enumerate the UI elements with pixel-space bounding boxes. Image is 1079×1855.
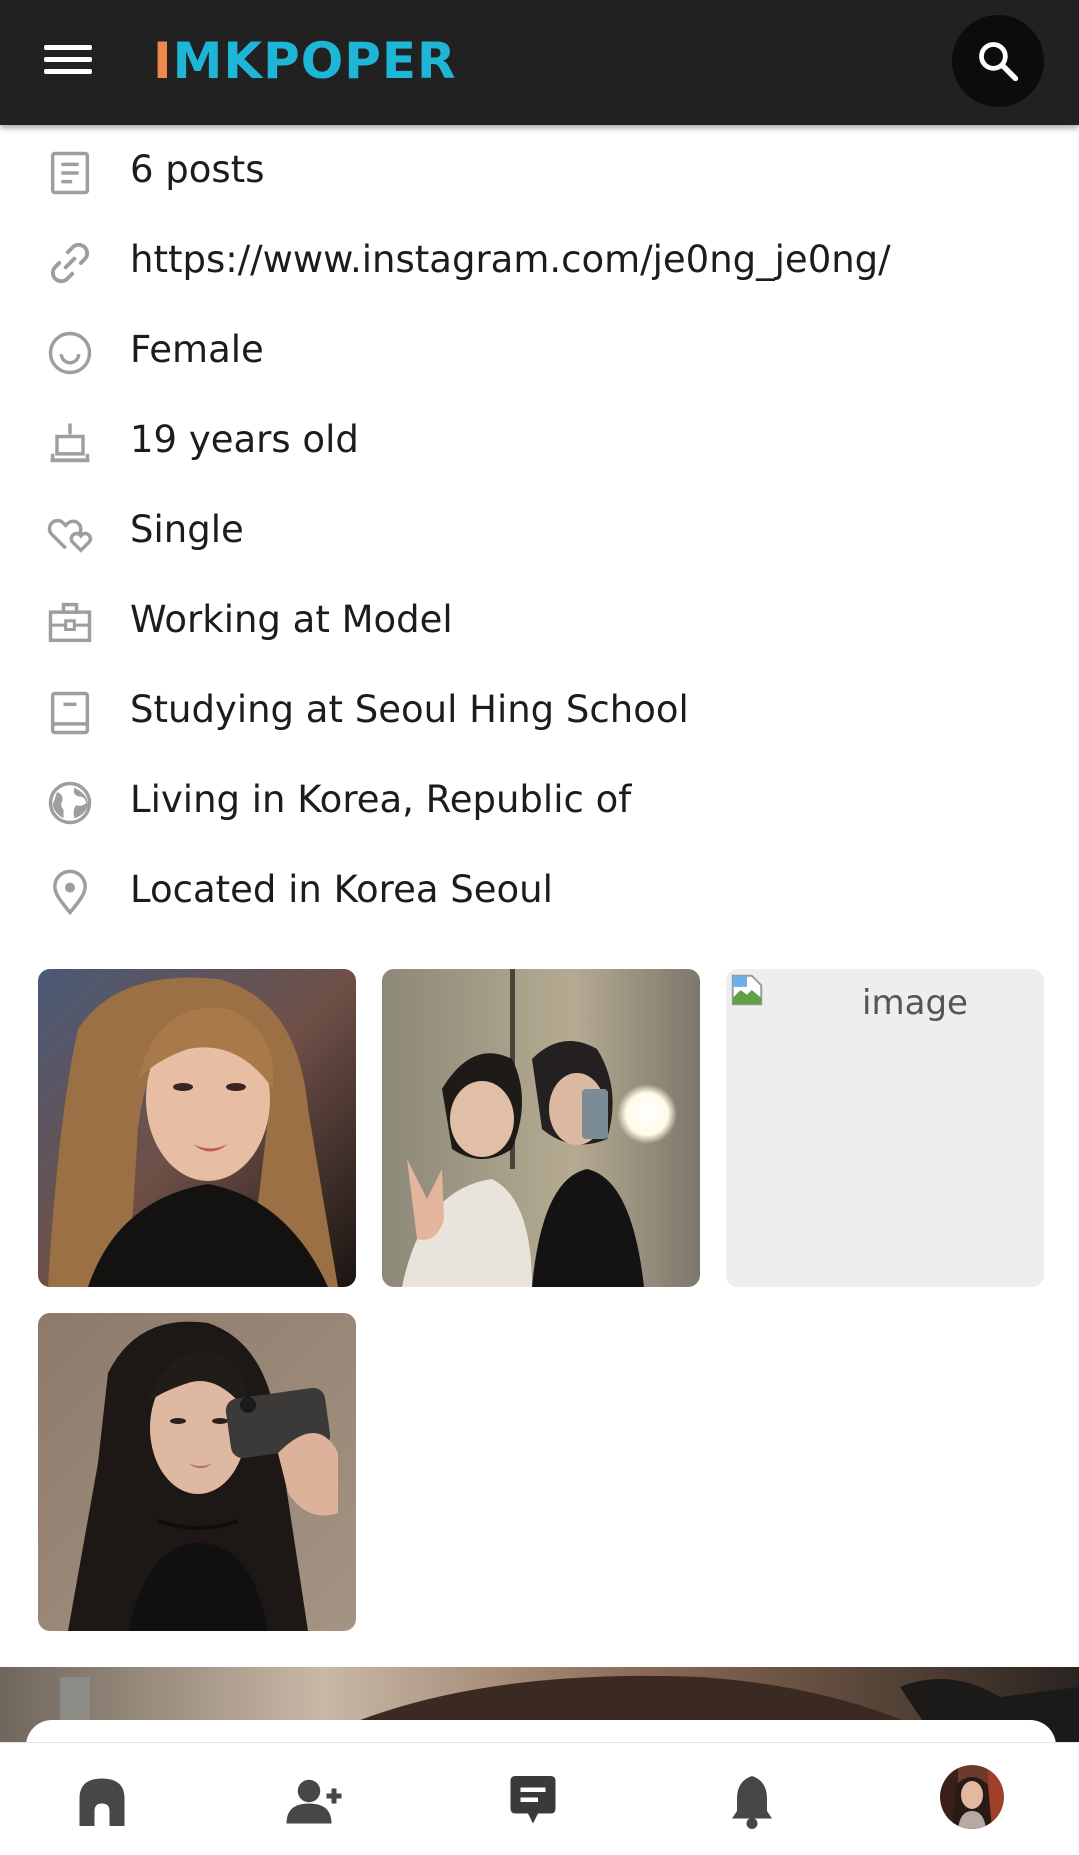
image-alt-text: image (862, 983, 968, 1023)
info-row-work: Working at Model (0, 575, 1079, 665)
info-row-relationship: Single (0, 485, 1079, 575)
bottom-navigation-bar (0, 1742, 1079, 1855)
photo-thumbnail[interactable] (38, 1313, 356, 1631)
photo-portrait-1 (38, 969, 356, 1287)
briefcase-icon (48, 602, 92, 643)
document-icon (50, 151, 90, 195)
link-icon (50, 242, 90, 284)
search-icon (979, 42, 1019, 82)
location-text: Located in Korea Seoul (130, 868, 553, 911)
photo-portrait-2 (38, 1313, 356, 1631)
work-text: Working at Model (130, 598, 453, 641)
gender-text: Female (130, 328, 264, 371)
info-row-website: https://www.instagram.com/je0ng_je0ng/ (0, 215, 1079, 305)
relationship-text: Single (130, 508, 244, 551)
education-text: Studying at Seoul Hing School (130, 688, 689, 731)
info-row-gender: Female (0, 305, 1079, 395)
smile-icon (48, 331, 92, 375)
hamburger-menu-icon[interactable] (40, 38, 96, 86)
website-link[interactable]: https://www.instagram.com/je0ng_je0ng/ (130, 215, 891, 305)
age-text: 19 years old (130, 418, 359, 461)
photo-mirror-selfie (382, 969, 700, 1287)
info-row-education: Studying at Seoul Hing School (0, 665, 1079, 755)
messages-icon[interactable] (503, 1771, 563, 1831)
photo-thumbnail[interactable] (38, 969, 356, 1287)
broken-image-tile[interactable]: image (726, 969, 1044, 1287)
posts-count: 6 posts (130, 148, 265, 191)
photo-thumbnail[interactable] (382, 969, 700, 1287)
site-logo[interactable]: IMKPOPER (153, 32, 457, 90)
search-button[interactable] (952, 15, 1044, 107)
hearts-icon (47, 518, 93, 553)
profile-avatar[interactable] (940, 1765, 1004, 1829)
logo-text: MKPOPER (172, 32, 457, 90)
info-row-age: 19 years old (0, 395, 1079, 485)
info-row-posts: 6 posts (0, 125, 1079, 215)
notifications-bell-icon[interactable] (722, 1771, 782, 1831)
living-text: Living in Korea, Republic of (130, 778, 632, 821)
birthday-cake-icon (50, 423, 90, 463)
add-friend-icon[interactable] (284, 1771, 344, 1831)
globe-icon (48, 781, 92, 825)
book-icon (50, 691, 90, 735)
info-row-living: Living in Korea, Republic of (0, 755, 1079, 845)
home-icon[interactable] (72, 1771, 132, 1831)
info-row-location: Located in Korea Seoul (0, 845, 1079, 935)
top-app-bar: IMKPOPER (0, 0, 1079, 125)
logo-letter-i: I (153, 32, 173, 90)
location-pin-icon (53, 869, 87, 916)
